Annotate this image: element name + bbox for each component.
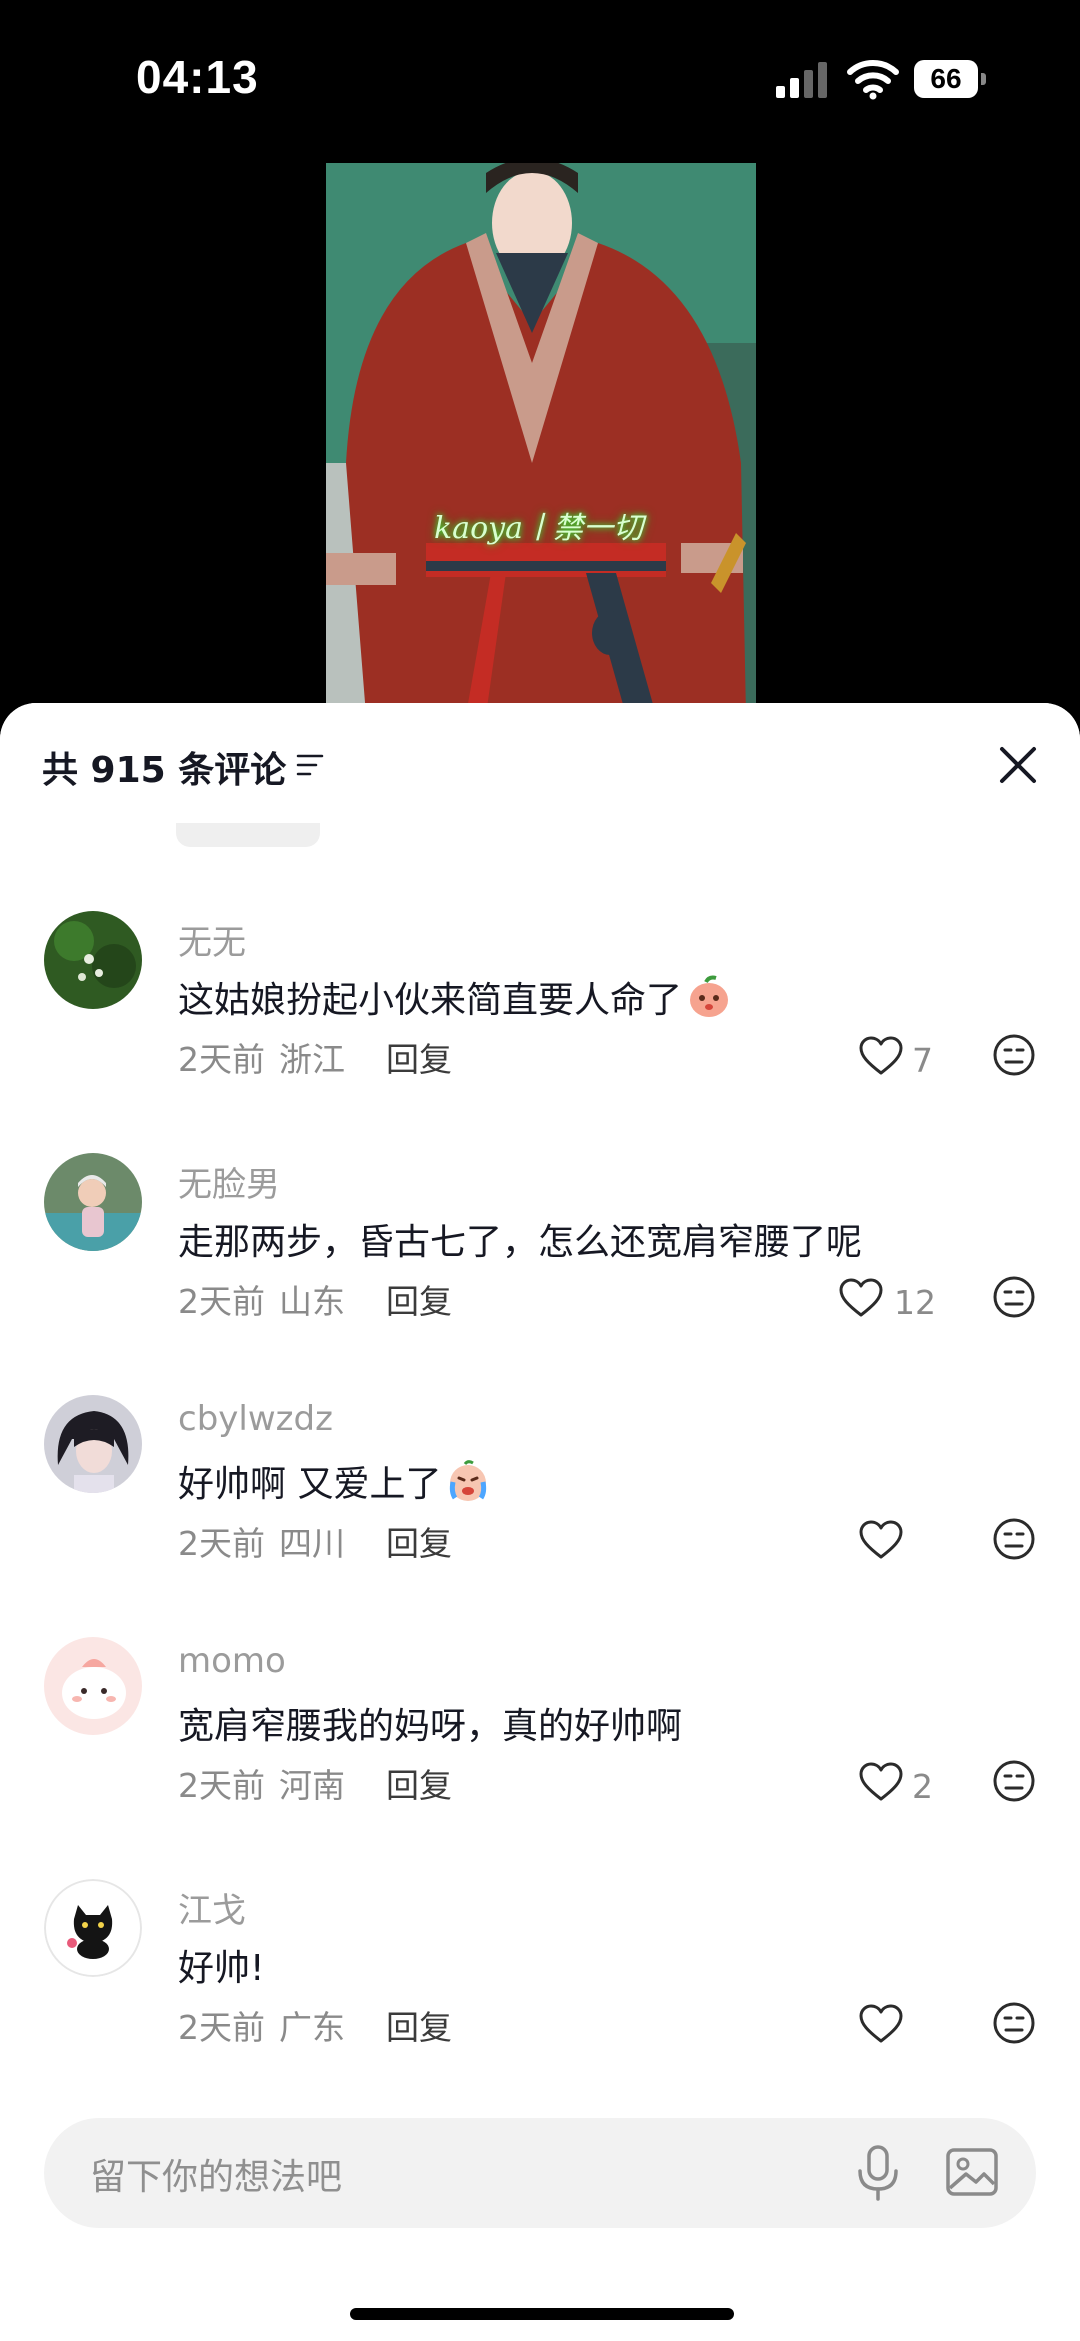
comment-author[interactable]: 无脸男 [178, 1157, 280, 1206]
heart-icon [859, 1520, 903, 1559]
avatar[interactable] [44, 1879, 142, 1977]
heart-icon [859, 1036, 903, 1075]
comment-meta: 2天前 山东 [178, 1275, 345, 1323]
close-icon[interactable] [998, 745, 1038, 785]
comment-author[interactable]: 江戈 [178, 1883, 246, 1932]
video-player[interactable]: kaoya丨禁一切 [326, 163, 756, 715]
comment-region: 河南 [279, 1766, 345, 1805]
comment-item: momo 宽肩窄腰我的妈呀，真的好帅啊 2天前 河南 回复 2 [0, 1637, 1080, 1879]
dislike-face-icon[interactable] [992, 1275, 1036, 1319]
battery-indicator: 66 [914, 60, 986, 98]
status-time: 04:13 [136, 51, 259, 103]
comment-time: 2天前 [178, 1766, 265, 1805]
comment-meta: 2天前 广东 [178, 2001, 345, 2049]
heart-icon [859, 1762, 903, 1801]
comment-time: 2天前 [178, 2008, 265, 2047]
comment-meta: 2天前 河南 [178, 1759, 345, 1807]
video-frame-image [326, 163, 756, 715]
comment-input-placeholder: 留下你的想法吧 [90, 2157, 343, 2198]
comment-text: 这姑娘扮起小伙来简直要人命了 [178, 971, 732, 1023]
comment-text: 好帅! [178, 1948, 265, 1989]
heart-icon [859, 2004, 903, 2043]
like-count: 12 [894, 1283, 936, 1322]
reply-button[interactable]: 回复 [386, 2001, 452, 2049]
battery-level: 66 [930, 63, 962, 94]
comment-author[interactable]: 无无 [178, 915, 246, 964]
microphone-icon[interactable] [852, 2144, 904, 2202]
comment-input[interactable]: 留下你的想法吧 [44, 2118, 1036, 2228]
reply-button[interactable]: 回复 [386, 1275, 452, 1323]
like-count: 7 [912, 1041, 933, 1080]
peach-face-emoji-icon [690, 975, 729, 1017]
comments-header: 共 915 条评论 [0, 703, 1080, 823]
comment-time: 2天前 [178, 1040, 265, 1079]
comment-text: 好帅啊 又爱上了 [178, 1455, 491, 1507]
dislike-face-icon[interactable] [992, 1517, 1036, 1561]
comment-item: cbylwzdz 好帅啊 又爱上了 2天前 四川 回复 [0, 1395, 1080, 1637]
comment-region: 四川 [279, 1524, 345, 1563]
comment-time: 2天前 [178, 1282, 265, 1321]
avatar[interactable] [44, 911, 142, 1009]
comment-item: 江戈 好帅! 2天前 广东 回复 [0, 1879, 1080, 2121]
crying-face-emoji-icon [450, 1460, 487, 1501]
reply-button[interactable]: 回复 [386, 1033, 452, 1081]
reply-button[interactable]: 回复 [386, 1759, 452, 1807]
wifi-icon [847, 60, 899, 100]
comment-item: 无无 这姑娘扮起小伙来简直要人命了 2天前 浙江 回复 7 [0, 911, 1080, 1153]
like-count: 2 [912, 1767, 933, 1806]
sort-filter-icon[interactable] [296, 753, 324, 777]
video-caption: kaoya丨禁一切 [434, 511, 643, 546]
comment-text-content: 这姑娘扮起小伙来简直要人命了 [178, 980, 683, 1021]
image-icon[interactable] [944, 2144, 1000, 2200]
comment-text: 宽肩窄腰我的妈呀，真的好帅啊 [178, 1706, 683, 1747]
comment-text-content: 好帅啊 又爱上了 [178, 1464, 442, 1505]
home-indicator[interactable] [350, 2308, 734, 2320]
comment-region: 浙江 [279, 1040, 345, 1079]
heart-icon [839, 1278, 883, 1317]
reply-button[interactable]: 回复 [386, 1517, 452, 1565]
comment-meta: 2天前 四川 [178, 1517, 345, 1565]
comment-meta: 2天前 浙江 [178, 1033, 345, 1081]
dislike-face-icon[interactable] [992, 1033, 1036, 1077]
avatar[interactable] [44, 1637, 142, 1735]
comments-sheet: 共 915 条评论 无无 这姑娘扮起小伙来简直要人命了 2天前 浙江 回复 7 … [0, 703, 1080, 2341]
dislike-face-icon[interactable] [992, 1759, 1036, 1803]
comment-region: 山东 [279, 1282, 345, 1321]
avatar[interactable] [44, 1395, 142, 1493]
comment-item: 无脸男 走那两步，昏古七了，怎么还宽肩窄腰了呢 2天前 山东 回复 12 [0, 1153, 1080, 1395]
status-bar: 04:13 66 [0, 0, 1080, 150]
comment-author[interactable]: cbylwzdz [178, 1399, 333, 1439]
cellular-signal-icon [776, 62, 827, 98]
comment-count: 共 915 条评论 [42, 750, 287, 791]
avatar[interactable] [44, 1153, 142, 1251]
dislike-face-icon[interactable] [992, 2001, 1036, 2045]
comment-region: 广东 [279, 2008, 345, 2047]
comment-text: 走那两步，昏古七了，怎么还宽肩窄腰了呢 [178, 1222, 863, 1263]
comment-author[interactable]: momo [178, 1641, 286, 1681]
comment-time: 2天前 [178, 1524, 265, 1563]
